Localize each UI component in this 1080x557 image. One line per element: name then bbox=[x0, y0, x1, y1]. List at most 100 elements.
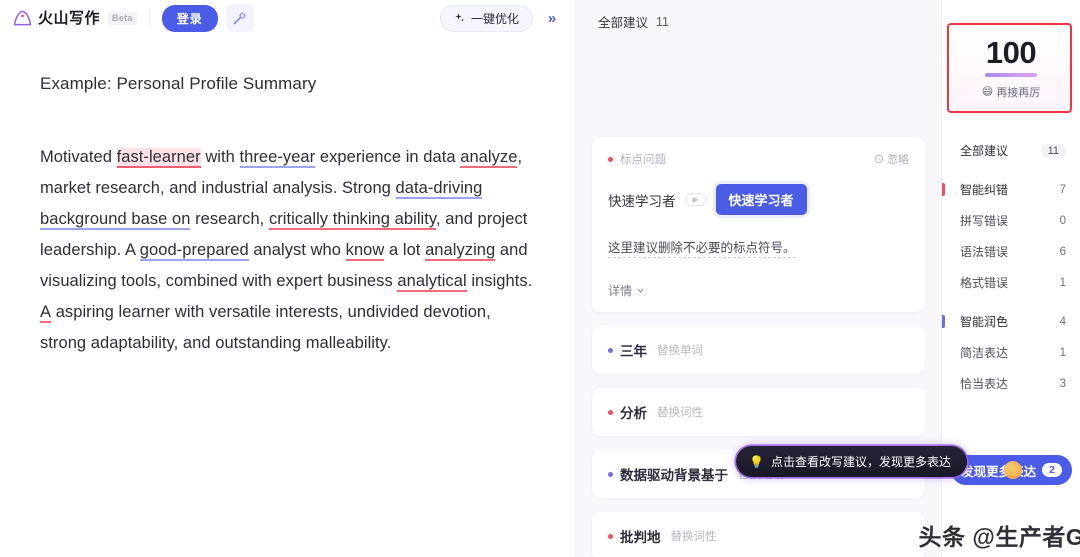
discover-more-button[interactable]: 发现更多表达 2 bbox=[951, 455, 1072, 485]
list-item[interactable]: 批判地 替换词性 bbox=[592, 512, 925, 557]
score-label: 再接再厉 bbox=[996, 86, 1041, 99]
severity-dot-icon bbox=[608, 409, 613, 415]
suggestions-header-label: 全部建议 bbox=[598, 16, 649, 30]
issue-fast-learner[interactable]: fast-learner bbox=[116, 148, 201, 168]
stats-list: 全部建议 11 智能纠错 7 拼写错误 0 语法错误 6 格式错误 1 智能润色… bbox=[942, 135, 1080, 399]
sidebar-item-count: 3 bbox=[1059, 377, 1066, 390]
accent-bar bbox=[942, 315, 945, 328]
document-title: Example: Personal Profile Summary bbox=[40, 74, 317, 93]
stats-sidebar: 100 😄 再接再厉 全部建议 11 智能纠错 7 拼写错误 0 语法错误 6 … bbox=[941, 0, 1080, 557]
card-detail-label: 详情 bbox=[608, 284, 633, 298]
sidebar-item-spelling-errors[interactable]: 拼写错误 0 bbox=[942, 205, 1080, 236]
text-run: with bbox=[200, 148, 240, 166]
brand-name: 火山写作 bbox=[38, 9, 101, 27]
magic-wand-icon bbox=[234, 11, 247, 24]
issue-critically-thinking[interactable]: critically thinking ability bbox=[268, 210, 436, 230]
sidebar-item-label: 语法错误 bbox=[960, 245, 1009, 259]
top-toolbar: 火山写作 Beta 登录 一键优化 » bbox=[0, 0, 575, 36]
sidebar-item-label: 全部建议 bbox=[960, 144, 1009, 158]
suggestions-pane: 全部建议 11 标点问题 忽略 快速学习者 ▶ 快速学习者 这里建议删除不必要的… bbox=[576, 0, 1080, 557]
sidebar-item-count: 0 bbox=[1059, 214, 1066, 227]
collapse-panel-button[interactable]: » bbox=[539, 5, 565, 31]
volcano-logo-icon bbox=[13, 10, 32, 25]
discover-more-wrap: 发现更多表达 2 bbox=[951, 455, 1072, 485]
chevron-double-right-icon: » bbox=[547, 9, 557, 27]
list-item-word: 三年 bbox=[620, 344, 647, 359]
sidebar-item-count: 7 bbox=[1059, 183, 1066, 196]
document-area[interactable]: Example: Personal Profile Summary Motiva… bbox=[0, 36, 575, 359]
list-item[interactable]: 分析 替换词性 bbox=[592, 388, 925, 436]
suggestion-card-punctuation[interactable]: 标点问题 忽略 快速学习者 ▶ 快速学习者 这里建议删除不必要的标点符号。 详情 bbox=[592, 137, 925, 312]
score-card: 100 😄 再接再厉 bbox=[951, 27, 1071, 109]
sidebar-item-count: 4 bbox=[1059, 315, 1066, 328]
suggestions-header-count: 11 bbox=[656, 14, 669, 29]
apply-suggestion-button[interactable]: 快速学习者 bbox=[715, 184, 807, 215]
issue-analyze[interactable]: analyze bbox=[460, 148, 518, 168]
issue-good-prepared[interactable]: good-prepared bbox=[139, 241, 249, 261]
smiley-emoji-icon: 😄 bbox=[981, 86, 994, 98]
sidebar-item-label: 智能润色 bbox=[960, 315, 1009, 329]
sidebar-item-all-suggestions[interactable]: 全部建议 11 bbox=[942, 135, 1080, 166]
list-item-tag: 替换词性 bbox=[657, 407, 703, 419]
sidebar-item-count: 1 bbox=[1059, 346, 1066, 359]
list-item-word: 数据驱动背景基于 bbox=[620, 468, 728, 483]
severity-dot-icon bbox=[608, 347, 613, 353]
discover-more-badge: 2 bbox=[1042, 463, 1062, 477]
sidebar-item-label: 格式错误 bbox=[960, 276, 1009, 290]
score-progress-bar bbox=[985, 72, 1037, 77]
list-item[interactable]: 三年 替换单词 bbox=[592, 326, 925, 374]
editor-pane: 火山写作 Beta 登录 一键优化 » Example: Personal Pr… bbox=[0, 0, 576, 557]
issue-know[interactable]: know bbox=[345, 241, 385, 261]
ignore-label: 忽略 bbox=[887, 154, 909, 166]
issue-analyzing[interactable]: analyzing bbox=[425, 241, 496, 261]
replacement-row: 快速学习者 ▶ 快速学习者 bbox=[608, 184, 909, 215]
severity-dot-icon bbox=[608, 471, 613, 477]
ignore-circle-icon bbox=[874, 154, 884, 164]
card-detail-toggle[interactable]: 详情 bbox=[608, 282, 909, 299]
issue-three-year[interactable]: three-year bbox=[239, 148, 316, 168]
beta-badge: Beta bbox=[108, 11, 137, 25]
toolbar-divider bbox=[148, 9, 150, 27]
toolbar-right-group: 一键优化 » bbox=[439, 4, 565, 32]
severity-dot-icon bbox=[608, 156, 613, 162]
discover-more-label: 发现更多表达 bbox=[961, 464, 1037, 479]
accent-bar bbox=[942, 183, 945, 196]
card-header: 标点问题 忽略 bbox=[608, 151, 909, 167]
arrow-right-icon: ▶ bbox=[684, 193, 707, 206]
text-run: a lot bbox=[384, 241, 426, 259]
brand-logo[interactable]: 火山写作 bbox=[12, 8, 100, 29]
suggestions-list[interactable]: 标点问题 忽略 快速学习者 ▶ 快速学习者 这里建议删除不必要的标点符号。 详情… bbox=[576, 137, 941, 557]
score-label-row: 😄 再接再厉 bbox=[982, 84, 1040, 100]
sidebar-item-appropriate-expression[interactable]: 恰当表达 3 bbox=[942, 368, 1080, 399]
text-run: experience in data bbox=[315, 148, 461, 166]
text-run: insights. bbox=[466, 272, 533, 290]
login-button[interactable]: 登录 bbox=[161, 4, 218, 32]
document-paragraph[interactable]: Motivated fast-learner with three-year e… bbox=[40, 142, 535, 359]
score-value: 100 bbox=[985, 34, 1037, 70]
sidebar-item-label: 拼写错误 bbox=[960, 214, 1009, 228]
list-item-word: 批判地 bbox=[620, 530, 661, 545]
suggestions-header: 全部建议 11 bbox=[576, 0, 941, 31]
lightbulb-icon: 💡 bbox=[749, 454, 764, 469]
watermark: 头条 @生产者Glen bbox=[918, 524, 1080, 550]
sidebar-item-smart-polish[interactable]: 智能润色 4 bbox=[942, 306, 1080, 337]
sidebar-item-count: 6 bbox=[1059, 245, 1066, 258]
cursor-pointer-icon bbox=[1004, 461, 1022, 479]
sidebar-item-label: 简洁表达 bbox=[960, 346, 1009, 360]
sidebar-item-count: 11 bbox=[1040, 143, 1066, 158]
card-description: 这里建议删除不必要的标点符号。 bbox=[608, 237, 796, 258]
sidebar-item-smart-correction[interactable]: 智能纠错 7 bbox=[942, 174, 1080, 205]
app-root: 火山写作 Beta 登录 一键优化 » Example: Personal Pr… bbox=[0, 0, 1080, 557]
sidebar-item-format-errors[interactable]: 格式错误 1 bbox=[942, 267, 1080, 298]
text-run: aspiring learner with versatile interest… bbox=[40, 303, 491, 352]
original-text: 快速学习者 bbox=[608, 193, 676, 209]
issue-analytical[interactable]: analytical bbox=[397, 272, 467, 292]
magic-wand-button[interactable] bbox=[225, 4, 254, 32]
issue-article-a[interactable]: A bbox=[40, 303, 52, 323]
list-item-tag: 替换单词 bbox=[657, 345, 703, 357]
ignore-button[interactable]: 忽略 bbox=[874, 151, 909, 167]
one-click-optimize-button[interactable]: 一键优化 bbox=[439, 4, 533, 32]
sidebar-item-grammar-errors[interactable]: 语法错误 6 bbox=[942, 236, 1080, 267]
sidebar-item-concise-expression[interactable]: 简洁表达 1 bbox=[942, 337, 1080, 368]
card-type-label: 标点问题 bbox=[620, 154, 666, 166]
